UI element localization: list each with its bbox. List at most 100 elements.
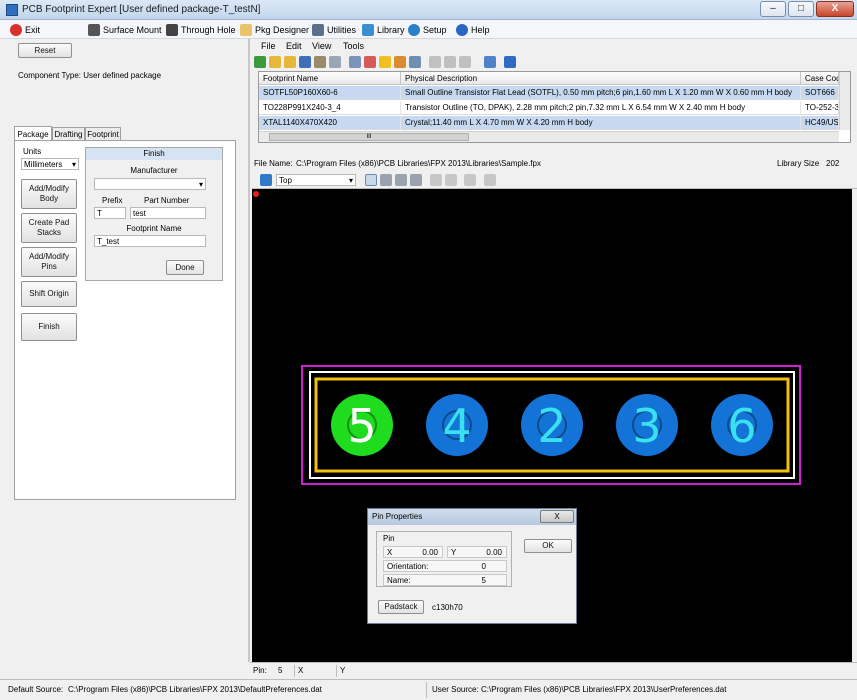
description-cell: Crystal;11.40 mm L X 4.70 mm W X 4.20 mm… xyxy=(401,116,801,130)
paste-icon[interactable] xyxy=(329,56,341,68)
menu-setup-label: Setup xyxy=(423,25,447,35)
close-icon[interactable] xyxy=(445,174,457,186)
menu-through-hole-label: Through Hole xyxy=(181,25,236,35)
menu-exit[interactable]: Exit xyxy=(10,23,40,37)
column-header-case-code[interactable]: Case Code xyxy=(801,72,839,85)
star-icon[interactable] xyxy=(379,56,391,68)
sort-icon[interactable] xyxy=(364,56,376,68)
close-button[interactable]: X xyxy=(816,1,854,17)
footprint-name-input[interactable]: T_test xyxy=(94,235,206,247)
editor-toolbar xyxy=(252,53,857,71)
copy-icon[interactable] xyxy=(314,56,326,68)
scrollbar-thumb[interactable]: III xyxy=(269,133,469,141)
menu-surface-mount-label: Surface Mount xyxy=(103,25,162,35)
tab-drafting[interactable]: Drafting xyxy=(52,127,85,141)
ok-button[interactable]: OK xyxy=(524,539,572,553)
delete-icon[interactable] xyxy=(459,56,471,68)
finish-button[interactable]: Finish xyxy=(21,313,77,341)
add-modify-pins-button[interactable]: Add/Modify Pins xyxy=(21,247,77,277)
measure-icon[interactable] xyxy=(484,174,496,186)
layer-select[interactable]: Top ▾ xyxy=(276,174,356,186)
menu-library-label: Library xyxy=(377,25,405,35)
part-number-input[interactable]: test xyxy=(130,207,206,219)
through-hole-icon xyxy=(166,24,178,36)
menu-edit[interactable]: Edit xyxy=(286,41,302,51)
units-label: Units xyxy=(23,147,42,156)
menu-through-hole[interactable]: Through Hole xyxy=(166,23,236,37)
y-label: Y xyxy=(451,548,457,557)
create-pad-stacks-button[interactable]: Create Pad Stacks xyxy=(21,213,77,243)
name-field[interactable]: Name: 5 xyxy=(383,574,507,586)
layers-icon[interactable] xyxy=(464,174,476,186)
undo-icon[interactable] xyxy=(429,56,441,68)
prefix-input[interactable]: T xyxy=(94,207,126,219)
dialog-close-button[interactable]: X xyxy=(540,510,574,523)
menu-tools[interactable]: Tools xyxy=(343,41,364,51)
pointer-icon[interactable] xyxy=(365,174,377,186)
orientation-field[interactable]: Orientation: 0 xyxy=(383,560,507,572)
move-icon[interactable] xyxy=(410,174,422,186)
minimize-button[interactable]: – xyxy=(760,1,786,17)
new-icon[interactable] xyxy=(254,56,266,68)
menu-surface-mount[interactable]: Surface Mount xyxy=(88,23,162,37)
footprint-name-cell: SOTFL50P160X60-6 xyxy=(259,86,401,100)
x-field[interactable]: X 0.00 xyxy=(383,546,443,558)
open-folder-icon[interactable] xyxy=(269,56,281,68)
manufacturer-select[interactable]: ▾ xyxy=(94,178,206,190)
menu-library[interactable]: Library xyxy=(362,23,405,37)
main-menu-bar: Exit Surface Mount Through Hole Pkg Desi… xyxy=(0,20,857,39)
vertical-scrollbar[interactable] xyxy=(839,72,850,130)
package-icon xyxy=(240,24,252,36)
menu-help[interactable]: Help xyxy=(456,23,490,37)
column-header-footprint-name[interactable]: Footprint Name xyxy=(259,72,401,85)
cut-icon[interactable] xyxy=(444,56,456,68)
default-source-label: Default Source: xyxy=(8,685,64,694)
padstack-button[interactable]: Padstack xyxy=(378,600,424,614)
footprint-name-cell: TO228P991X240-3_4 xyxy=(259,101,401,115)
pin-status-value: 5 xyxy=(278,666,283,675)
import-icon[interactable] xyxy=(504,56,516,68)
add-modify-body-button[interactable]: Add/Modify Body xyxy=(21,179,77,209)
tab-package[interactable]: Package xyxy=(14,126,52,141)
table-row[interactable]: TO228P991X240-3_4 Transistor Outline (TO… xyxy=(259,101,839,115)
reset-button[interactable]: Reset xyxy=(18,43,72,58)
done-button[interactable]: Done xyxy=(166,260,204,275)
list-icon[interactable] xyxy=(394,56,406,68)
menu-utilities[interactable]: Utilities xyxy=(312,23,356,37)
column-header-physical-description[interactable]: Physical Description xyxy=(401,72,801,85)
export-icon[interactable] xyxy=(484,56,496,68)
save-icon[interactable] xyxy=(299,56,311,68)
zoom-icon[interactable] xyxy=(349,56,361,68)
rotate-icon[interactable] xyxy=(430,174,442,186)
pin-number-label: 3 xyxy=(632,399,661,453)
menu-pkg-designer[interactable]: Pkg Designer xyxy=(240,23,309,37)
menu-view[interactable]: View xyxy=(312,41,331,51)
layer-icon xyxy=(260,174,272,186)
horizontal-scrollbar[interactable]: III xyxy=(259,131,839,142)
footprint-name-cell: XTAL1140X470X420 xyxy=(259,116,401,130)
orientation-label: Orientation: xyxy=(387,562,429,571)
default-source-path: C:\Program Files (x86)\PCB Libraries\FPX… xyxy=(68,685,322,694)
folder-icon[interactable] xyxy=(284,56,296,68)
zoom-fit-icon[interactable] xyxy=(380,174,392,186)
table-row[interactable]: SOTFL50P160X60-6 Small Outline Transisto… xyxy=(259,86,839,100)
menu-setup[interactable]: Setup xyxy=(408,23,447,37)
zoom-out-icon[interactable] xyxy=(395,174,407,186)
tab-footprint[interactable]: Footprint xyxy=(85,127,121,141)
table-row[interactable]: XTAL1140X470X420 Crystal;11.40 mm L X 4.… xyxy=(259,116,839,130)
package-tab-panel: Units Millimeters ▾ Add/Modify Body Crea… xyxy=(14,140,236,500)
divider xyxy=(294,665,295,677)
footprint-name-label: Footprint Name xyxy=(126,224,182,233)
units-select[interactable]: Millimeters ▾ xyxy=(21,158,79,170)
exit-icon xyxy=(10,24,22,36)
grid-icon[interactable] xyxy=(409,56,421,68)
maximize-button[interactable]: □ xyxy=(788,1,814,17)
editor-menu-bar: File Edit View Tools xyxy=(252,39,857,53)
pin-number-label: 4 xyxy=(442,399,471,453)
menu-file[interactable]: File xyxy=(261,41,276,51)
shift-origin-button[interactable]: Shift Origin xyxy=(21,281,77,307)
app-icon xyxy=(6,4,18,16)
help-icon xyxy=(456,24,468,36)
left-pane: Reset Component Type: User defined packa… xyxy=(0,39,250,662)
y-field[interactable]: Y 0.00 xyxy=(447,546,507,558)
